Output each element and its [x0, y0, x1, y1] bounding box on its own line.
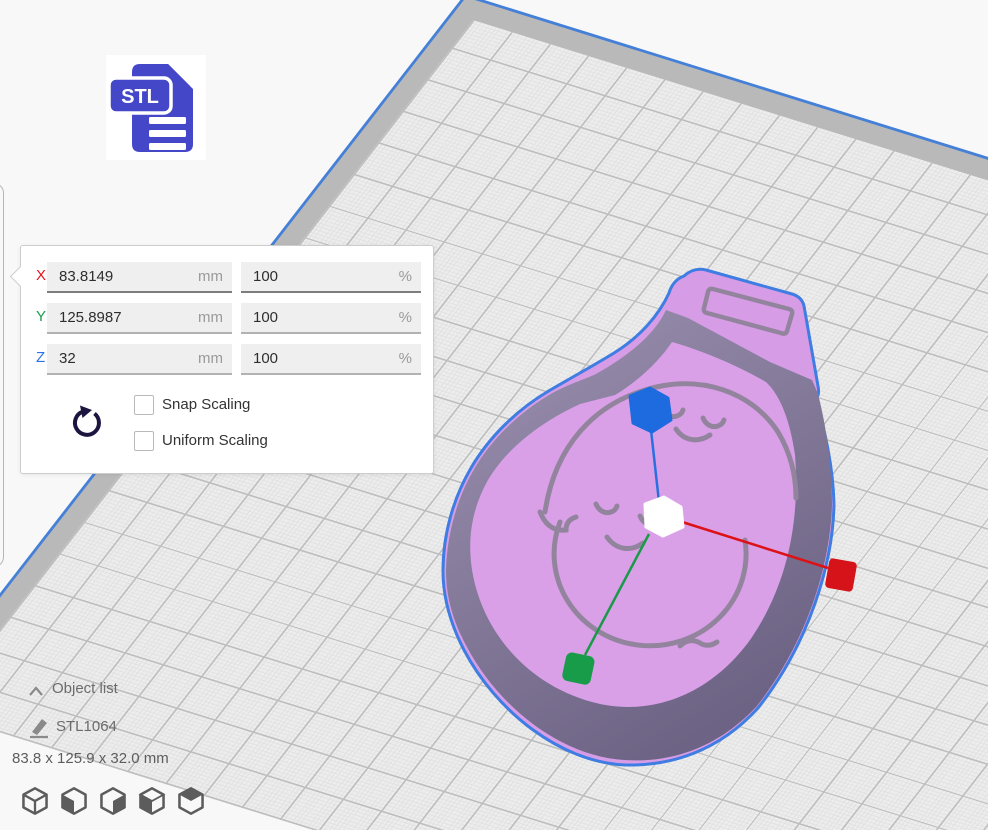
- object-list-item[interactable]: STL1064: [56, 718, 117, 735]
- z-percent-unit: %: [399, 350, 412, 367]
- stl-line-2: [149, 130, 186, 137]
- y-percent-field: %: [241, 303, 421, 334]
- gizmo-x-scale-handle[interactable]: [825, 558, 858, 592]
- y-percent-input[interactable]: [241, 303, 421, 332]
- stl-line-1: [149, 117, 186, 124]
- z-percent-input[interactable]: [241, 344, 421, 373]
- toolbar-panel-edge: [0, 183, 4, 567]
- view-left-icon[interactable]: [137, 786, 167, 816]
- scale-tool-panel: X mm % Y mm % Z mm: [20, 245, 434, 474]
- uniform-scaling-checkbox[interactable]: [134, 431, 154, 451]
- model-dimensions-label: 83.8 x 125.9 x 32.0 mm: [12, 750, 169, 767]
- reset-icon: [69, 404, 105, 440]
- y-size-unit: mm: [198, 309, 223, 326]
- object-list-header[interactable]: Object list: [52, 680, 118, 697]
- stl-badge-label: STL: [121, 86, 159, 108]
- x-percent-field: %: [241, 262, 421, 293]
- view-front-icon[interactable]: [59, 786, 89, 816]
- x-percent-input[interactable]: [241, 262, 421, 291]
- view-right-icon[interactable]: [176, 786, 206, 816]
- y-size-field: mm: [47, 303, 232, 334]
- z-size-field: mm: [47, 344, 232, 375]
- y-percent-unit: %: [399, 309, 412, 326]
- camera-view-presets: [20, 786, 206, 816]
- stl-file-icon: STL: [106, 55, 206, 160]
- gizmo-z-scale-handle[interactable]: [630, 388, 671, 432]
- x-percent-unit: %: [399, 268, 412, 285]
- stl-line-3: [149, 143, 186, 150]
- snap-scaling-checkbox[interactable]: [134, 395, 154, 415]
- gizmo-y-scale-handle[interactable]: [561, 651, 595, 685]
- snap-scaling-label: Snap Scaling: [162, 396, 250, 413]
- edit-pencil-icon: [27, 714, 51, 745]
- z-size-unit: mm: [198, 350, 223, 367]
- x-size-field: mm: [47, 262, 232, 293]
- view-top-icon[interactable]: [98, 786, 128, 816]
- object-list-collapse-button[interactable]: [27, 684, 45, 703]
- view-3d-icon[interactable]: [20, 786, 50, 816]
- reset-scale-button[interactable]: [69, 404, 105, 440]
- z-percent-field: %: [241, 344, 421, 375]
- x-size-unit: mm: [198, 268, 223, 285]
- viewport: STL X mm % Y mm: [0, 0, 988, 830]
- chevron-up-icon: [27, 684, 45, 698]
- uniform-scaling-label: Uniform Scaling: [162, 432, 268, 449]
